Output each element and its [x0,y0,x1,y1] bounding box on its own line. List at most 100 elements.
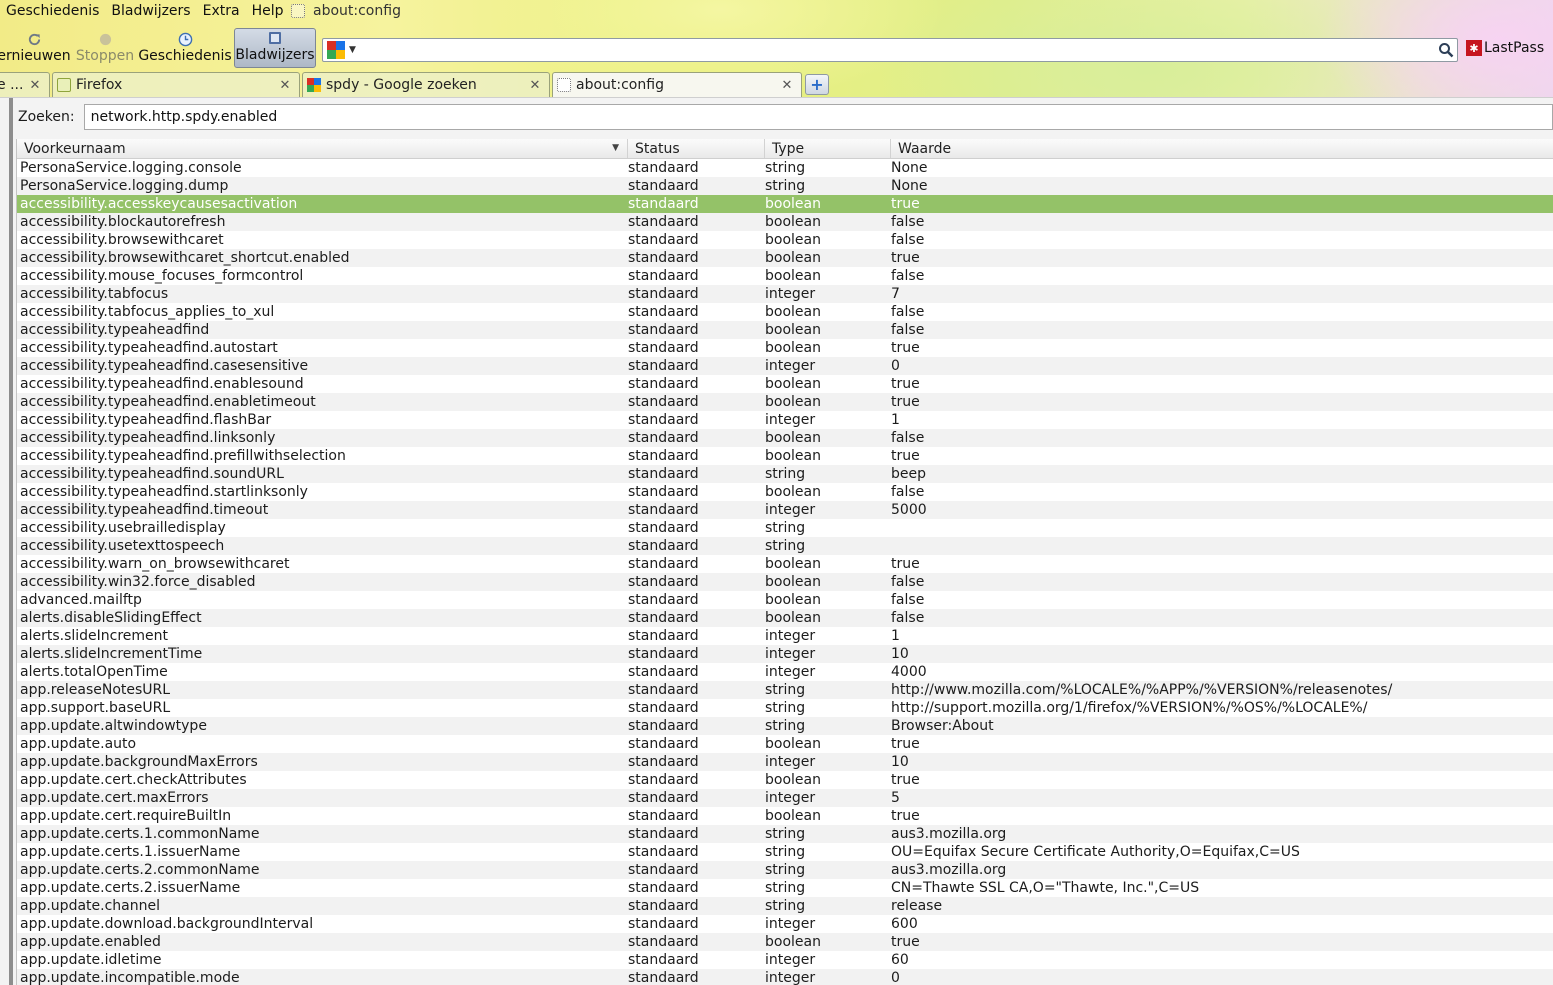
pref-status-cell: standaard [628,790,699,806]
column-header-status[interactable]: Status [628,139,765,158]
pref-name-cell: app.update.cert.requireBuiltIn [20,808,232,824]
column-header-type[interactable]: Type [765,139,891,158]
table-row[interactable]: app.update.altwindowtype standaard string B… [17,717,1553,735]
table-row[interactable]: accessibility.tabfocus standaard integer 7 [17,285,1553,303]
close-icon[interactable]: ✕ [277,78,293,93]
pref-status-cell: standaard [628,718,699,734]
pref-type-cell: boolean [765,772,821,788]
table-row[interactable]: accessibility.win32.force_disabled standa… [17,573,1553,591]
stop-label: Stoppen [75,48,135,64]
pref-value-cell: Browser:About [891,718,994,734]
table-row[interactable]: app.update.auto standaard boolean true [17,735,1553,753]
new-tab-button[interactable]: + [805,74,829,95]
pref-status-cell: standaard [628,844,699,860]
search-input[interactable] [83,104,1553,130]
table-row[interactable]: app.update.enabled standaard boolean true [17,933,1553,951]
pref-status-cell: standaard [628,646,699,662]
table-row[interactable]: accessibility.typeaheadfind.enablesound s… [17,375,1553,393]
bookmarks-button[interactable]: Bladwijzers [234,28,316,68]
table-row[interactable]: alerts.slideIncrementTime standaard intege… [17,645,1553,663]
tab-about-config[interactable]: about:config ✕ [552,72,802,97]
menu-help[interactable]: Help [246,3,290,19]
close-icon[interactable]: ✕ [527,78,543,93]
pref-value-cell: false [891,430,925,446]
menu-extra[interactable]: Extra [197,3,246,19]
table-row[interactable]: accessibility.typeaheadfind.startlinkson… [17,483,1553,501]
table-row[interactable]: alerts.disableSlidingEffect standaard bool… [17,609,1553,627]
blank-page-icon [291,4,305,18]
tab-firefox[interactable]: Firefox ✕ [52,72,300,97]
table-row[interactable]: accessibility.typeaheadfind.soundURL stan… [17,465,1553,483]
menu-bladwijzers[interactable]: Bladwijzers [105,3,196,19]
table-row[interactable]: app.update.cert.maxErrors standaard intege… [17,789,1553,807]
pref-type-cell: boolean [765,574,821,590]
table-row[interactable]: app.support.baseURL standaard string http:/… [17,699,1553,717]
table-row[interactable]: app.update.certs.1.issuerName standaard st… [17,843,1553,861]
table-body: PersonaService.logging.console standaard s… [17,159,1553,985]
pref-type-cell: integer [765,646,816,662]
pref-status-cell: standaard [628,610,699,626]
history-button[interactable]: Geschiedenis [138,28,232,68]
table-row[interactable]: accessibility.usebrailledisplay standaard… [17,519,1553,537]
google-icon [307,78,321,92]
table-row[interactable]: accessibility.typeaheadfind standaard bool… [17,321,1553,339]
table-row[interactable]: app.update.certs.2.commonName standaard st… [17,861,1553,879]
table-row[interactable]: accessibility.typeaheadfind.linksonly sta… [17,429,1553,447]
pref-type-cell: boolean [765,340,821,356]
table-row[interactable]: alerts.slideIncrement standaard integer 1 [17,627,1553,645]
table-row[interactable]: app.update.incompatible.mode standaard int… [17,969,1553,985]
table-row[interactable]: accessibility.warn_on_browsewithcaret sta… [17,555,1553,573]
table-row[interactable]: accessibility.typeaheadfind.autostart sta… [17,339,1553,357]
table-row[interactable]: PersonaService.logging.console standaard s… [17,159,1553,177]
table-row[interactable]: accessibility.blockautorefresh standaard b… [17,213,1553,231]
tab-label: spdy - Google zoeken [326,77,477,93]
pref-name-cell: advanced.mailftp [20,592,142,608]
table-row[interactable]: PersonaService.logging.dump standaard stri… [17,177,1553,195]
table-row[interactable]: accessibility.browsewithcaret_shortcut.e… [17,249,1553,267]
table-row[interactable]: advanced.mailftp standaard boolean false [17,591,1553,609]
table-row[interactable]: accessibility.mouse_focuses_formcontrol s… [17,267,1553,285]
tab-google-search[interactable]: spdy - Google zoeken ✕ [302,72,550,97]
pref-status-cell: standaard [628,700,699,716]
search-icon[interactable] [1435,39,1457,61]
table-row[interactable]: accessibility.typeaheadfind.casesensitiv… [17,357,1553,375]
pref-type-cell: boolean [765,376,821,392]
table-row[interactable]: app.update.idletime standaard integer 60 [17,951,1553,969]
table-row[interactable]: app.update.backgroundMaxErrors standaard i… [17,753,1553,771]
table-row[interactable]: accessibility.typeaheadfind.prefillwiths… [17,447,1553,465]
close-icon[interactable]: ✕ [779,78,795,93]
pref-value-cell: aus3.mozilla.org [891,862,1007,878]
pref-type-cell: integer [765,916,816,932]
pref-status-cell: standaard [628,430,699,446]
table-row[interactable]: accessibility.browsewithcaret standaard bo… [17,231,1553,249]
stop-button[interactable]: Stoppen [76,28,134,68]
close-icon[interactable]: ✕ [27,78,43,93]
table-row[interactable]: app.update.cert.requireBuiltIn standaard b… [17,807,1553,825]
table-row[interactable]: alerts.totalOpenTime standaard integer 4000 [17,663,1553,681]
table-row[interactable]: app.update.certs.1.commonName standaard st… [17,825,1553,843]
table-row[interactable]: app.update.certs.2.issuerName standaard st… [17,879,1553,897]
table-row[interactable]: app.update.download.backgroundInterval st… [17,915,1553,933]
url-input[interactable] [355,42,1435,58]
table-row[interactable]: accessibility.usetexttospeech standaard st… [17,537,1553,555]
table-row[interactable]: accessibility.typeaheadfind.flashBar stan… [17,411,1553,429]
table-row[interactable]: accessibility.accesskeycausesactivation s… [17,195,1553,213]
lastpass-button[interactable]: ✱ LastPass [1466,40,1544,56]
pref-type-cell: integer [765,358,816,374]
column-header-value[interactable]: Waarde [891,139,1553,158]
tab-partial[interactable]: e ... ✕ [0,72,50,97]
pref-type-cell: boolean [765,934,821,950]
table-row[interactable]: app.update.channel standaard string release [17,897,1553,915]
chevron-down-icon[interactable]: ▼ [349,45,356,55]
table-row[interactable]: app.update.cert.checkAttributes standaard… [17,771,1553,789]
table-row[interactable]: accessibility.typeaheadfind.enabletimeou… [17,393,1553,411]
pref-status-cell: standaard [628,178,699,194]
table-row[interactable]: accessibility.typeaheadfind.timeout stand… [17,501,1553,519]
reload-button[interactable]: ernieuwen [0,28,71,68]
column-header-name[interactable]: Voorkeurnaam ▼ [17,139,628,158]
menu-geschiedenis[interactable]: Geschiedenis [0,3,105,19]
table-row[interactable]: accessibility.tabfocus_applies_to_xul sta… [17,303,1553,321]
url-search-bar[interactable]: ▼ [322,38,1458,62]
pref-name-cell: accessibility.usebrailledisplay [20,520,226,536]
table-row[interactable]: app.releaseNotesURL standaard string http:/… [17,681,1553,699]
